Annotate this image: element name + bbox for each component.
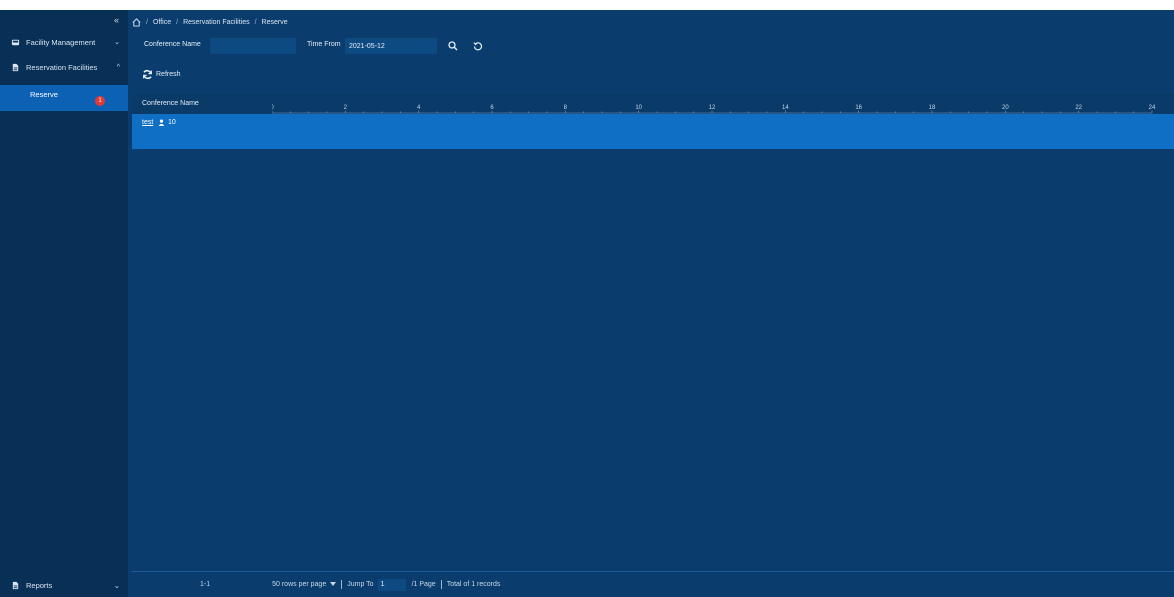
collapse-sidebar-icon[interactable]: «: [114, 15, 119, 25]
hour-label: 18: [929, 105, 936, 111]
hour-label: 20: [1002, 105, 1009, 111]
hour-label: 0: [272, 105, 274, 111]
conference-name-label: Conference Name: [144, 41, 201, 48]
sidebar-item-label: Reserve: [30, 90, 58, 99]
filter-bar: Conference Name Time From: [132, 38, 1174, 54]
breadcrumb: / Office / Reservation Facilities / Rese…: [132, 16, 288, 28]
person-icon: [158, 119, 165, 126]
refresh-button[interactable]: Refresh: [142, 69, 181, 80]
notification-badge: 1: [95, 96, 105, 106]
chevron-up-icon: ^: [116, 63, 120, 71]
sidebar-item-label: Reservation Facilities: [26, 62, 98, 72]
divider: [341, 580, 343, 589]
document-icon: [12, 63, 19, 71]
hour-label: 16: [855, 105, 862, 111]
caret-down-icon: [330, 582, 337, 586]
sidebar-item-reports[interactable]: Reports ⌄: [0, 576, 128, 594]
reset-icon[interactable]: [473, 41, 483, 51]
time-from-label: Time From: [307, 41, 341, 48]
rows-per-page-label: 50 rows per page: [272, 581, 327, 588]
sidebar: « Facility Management ⌄ Reservation Faci…: [0, 10, 128, 597]
capacity-info: 10: [158, 119, 176, 126]
rows-per-page-select[interactable]: 50 rows per page: [272, 581, 337, 588]
breadcrumb-separator: /: [254, 18, 257, 26]
hour-label: 6: [490, 105, 494, 111]
hour-label: 14: [782, 105, 789, 111]
conference-name-link[interactable]: test: [142, 119, 153, 126]
jump-to-label: Jump To: [347, 581, 374, 588]
table-row[interactable]: test 10: [132, 114, 1174, 149]
page-count: /1 Page: [411, 581, 436, 588]
hour-label: 24: [1149, 105, 1156, 111]
sidebar-item-facility-management[interactable]: Facility Management ⌄: [0, 31, 128, 53]
breadcrumb-current: Reserve: [261, 18, 288, 26]
refresh-label: Refresh: [156, 71, 181, 78]
document-icon: [12, 581, 19, 589]
breadcrumb-office[interactable]: Office: [153, 19, 171, 26]
hour-label: 12: [709, 105, 716, 111]
sidebar-item-reserve[interactable]: Reserve 1: [0, 85, 128, 111]
hour-label: 22: [1075, 105, 1082, 111]
facility-icon: [11, 39, 20, 45]
pagination: 1-1 50 rows per page Jump To /1 Page Tot…: [132, 571, 1174, 597]
time-from-input[interactable]: [345, 38, 437, 54]
search-icon[interactable]: [448, 41, 458, 51]
chevron-down-icon: ⌄: [113, 580, 120, 590]
conference-name-input[interactable]: [210, 38, 296, 54]
hour-label: 4: [417, 105, 421, 111]
jump-to-input[interactable]: [377, 578, 406, 591]
total-records: Total of 1 records: [446, 581, 501, 588]
chevron-down-icon: ⌄: [114, 39, 120, 46]
page-range: 1-1: [200, 581, 211, 588]
hour-label: 10: [635, 105, 642, 111]
breadcrumb-separator: /: [176, 18, 179, 26]
column-header-conference-name: Conference Name: [142, 100, 199, 107]
refresh-icon: [143, 69, 152, 80]
app-frame: « Facility Management ⌄ Reservation Faci…: [0, 10, 1174, 597]
breadcrumb-reservation-facilities[interactable]: Reservation Facilities: [183, 19, 250, 26]
home-icon[interactable]: [132, 17, 141, 27]
breadcrumb-separator: /: [146, 18, 148, 26]
sidebar-item-reservation-facilities[interactable]: Reservation Facilities ^: [0, 56, 128, 78]
hour-label: 8: [564, 105, 568, 111]
divider: [440, 580, 442, 589]
hour-label: 2: [344, 105, 348, 111]
sidebar-item-label: Facility Management: [26, 37, 96, 47]
main-content: / Office / Reservation Facilities / Rese…: [132, 10, 1174, 597]
capacity-value: 10: [168, 119, 176, 126]
sidebar-item-label: Reports: [26, 580, 53, 590]
